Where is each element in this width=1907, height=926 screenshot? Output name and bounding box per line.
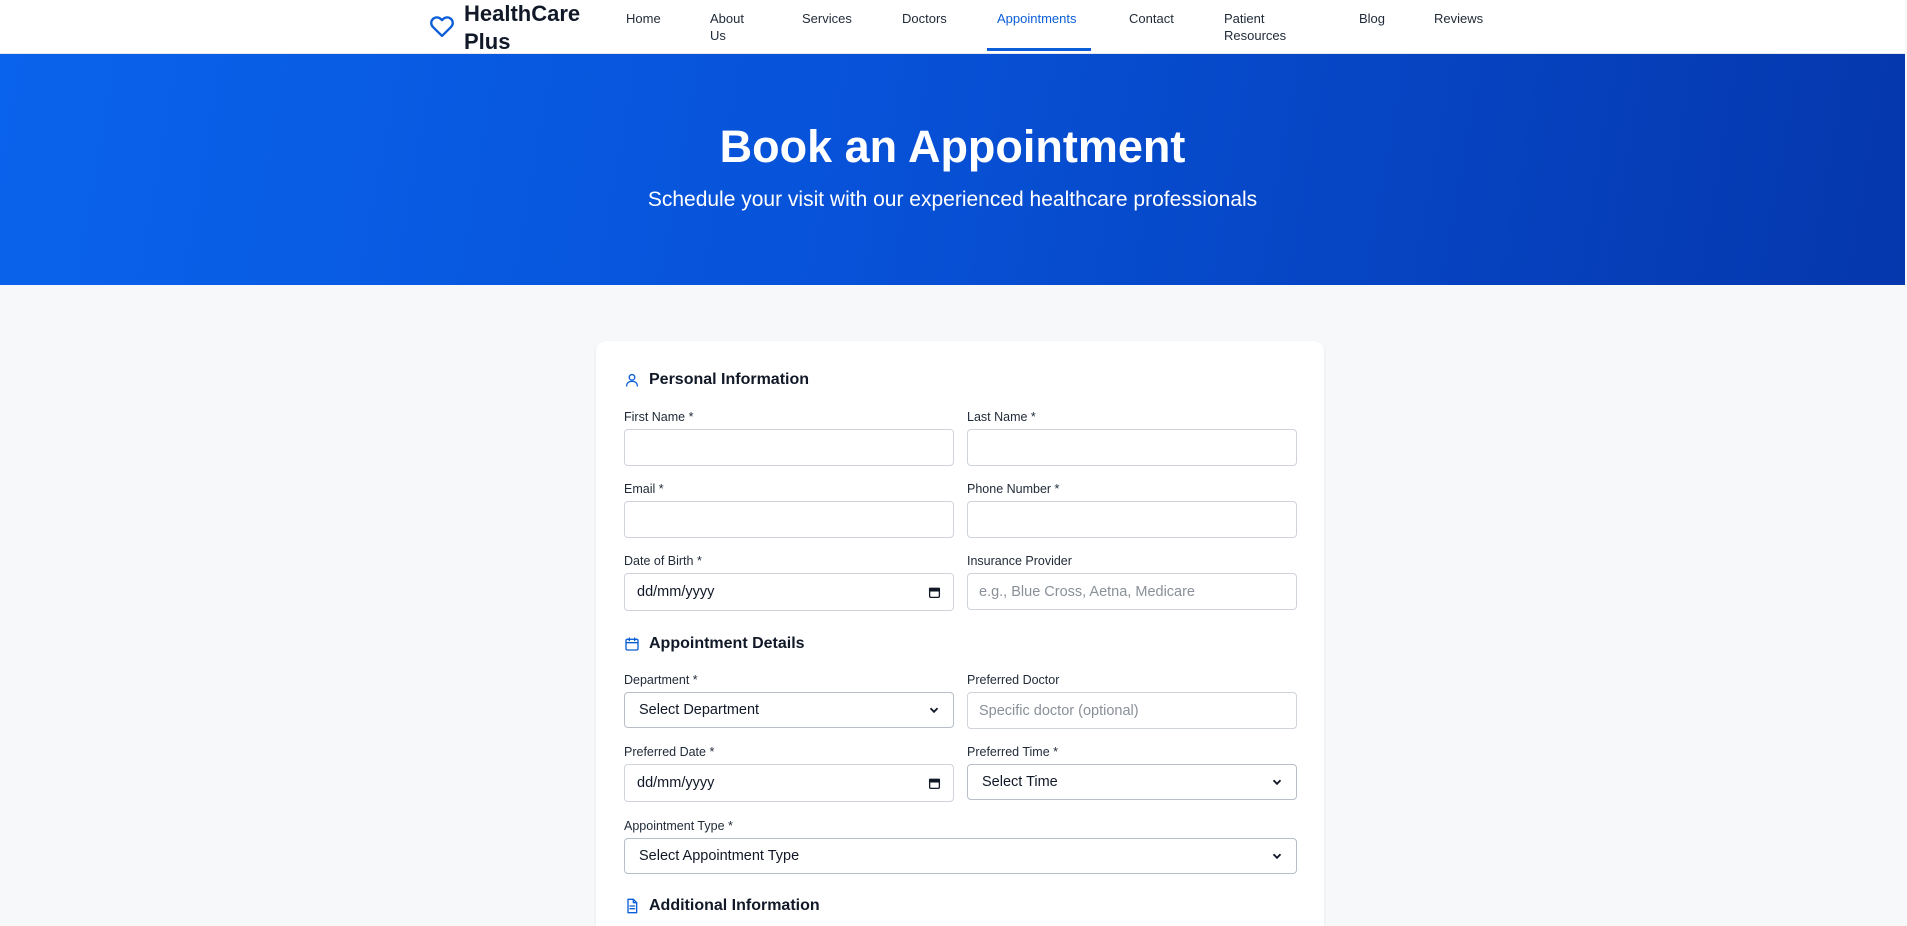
department-selected-value: Select Department <box>639 702 760 718</box>
nav-item-patient-resources[interactable]: Patient Resources <box>1224 10 1294 44</box>
nav-item-home[interactable]: Home <box>626 10 661 27</box>
top-navbar: HealthCare Plus Home About Us Services D… <box>0 0 1905 54</box>
calendar-picker-icon[interactable] <box>928 586 941 599</box>
hero-title: Book an Appointment <box>719 121 1186 172</box>
preferred-date-label: Preferred Date * <box>624 745 715 759</box>
preferred-time-label: Preferred Time * <box>967 745 1059 759</box>
brand-logo[interactable]: HealthCare Plus <box>428 0 584 56</box>
insurance-label: Insurance Provider <box>967 554 1072 568</box>
first-name-input[interactable] <box>624 429 954 466</box>
preferred-date-value: dd/mm/yyyy <box>637 775 715 791</box>
preferred-time-select[interactable]: Select Time <box>967 764 1297 800</box>
department-label: Department * <box>624 673 698 687</box>
preferred-doctor-input[interactable]: Specific doctor (optional) <box>967 692 1297 729</box>
nav-item-doctors[interactable]: Doctors <box>902 10 947 27</box>
section-personal-information: Personal Information <box>624 371 809 389</box>
section-appointment-details: Appointment Details <box>624 635 805 653</box>
dob-value: dd/mm/yyyy <box>637 584 715 600</box>
insurance-input[interactable]: e.g., Blue Cross, Aetna, Medicare <box>967 573 1297 610</box>
chevron-down-icon <box>1272 779 1282 786</box>
nav-item-reviews[interactable]: Reviews <box>1434 10 1483 27</box>
hero-subtitle: Schedule your visit with our experienced… <box>647 188 1258 211</box>
appointment-form-card: Personal Information First Name * Last N… <box>596 341 1324 926</box>
preferred-date-input[interactable]: dd/mm/yyyy <box>624 764 954 802</box>
chevron-down-icon <box>1272 853 1282 860</box>
department-select[interactable]: Select Department <box>624 692 954 728</box>
nav-item-about-us[interactable]: About Us <box>710 10 755 44</box>
phone-input[interactable] <box>967 501 1297 538</box>
appointment-type-select[interactable]: Select Appointment Type <box>624 838 1297 874</box>
email-label: Email * <box>624 482 664 496</box>
email-input[interactable] <box>624 501 954 538</box>
heart-icon <box>430 16 454 38</box>
document-icon <box>627 898 638 914</box>
preferred-time-selected-value: Select Time <box>982 774 1058 790</box>
last-name-label: Last Name * <box>967 410 1036 424</box>
preferred-doctor-label: Preferred Doctor <box>967 673 1060 687</box>
nav-item-blog[interactable]: Blog <box>1359 10 1385 27</box>
calendar-picker-icon[interactable] <box>928 777 941 790</box>
section-title-text: Personal Information <box>649 371 810 388</box>
appointment-type-selected-value: Select Appointment Type <box>639 848 800 864</box>
nav-item-services[interactable]: Services <box>802 10 852 27</box>
hero-banner: Book an Appointment Schedule your visit … <box>0 54 1905 285</box>
user-icon <box>626 373 638 387</box>
phone-label: Phone Number * <box>967 482 1060 496</box>
last-name-input[interactable] <box>967 429 1297 466</box>
nav-item-contact[interactable]: Contact <box>1129 10 1174 27</box>
first-name-label: First Name * <box>624 410 694 424</box>
appointment-type-label: Appointment Type * <box>624 819 733 833</box>
preferred-doctor-placeholder: Specific doctor (optional) <box>979 702 1139 719</box>
section-title-text: Appointment Details <box>649 635 805 652</box>
brand-name: HealthCare Plus <box>464 1 581 54</box>
dob-label: Date of Birth * <box>624 554 702 568</box>
calendar-icon <box>625 637 639 651</box>
section-additional-information: Additional Information <box>624 897 820 915</box>
dob-input[interactable]: dd/mm/yyyy <box>624 573 954 611</box>
chevron-down-icon <box>929 707 939 714</box>
active-tab-indicator <box>987 48 1091 51</box>
nav-item-appointments[interactable]: Appointments <box>997 10 1077 27</box>
insurance-placeholder: e.g., Blue Cross, Aetna, Medicare <box>979 583 1195 600</box>
section-title-text: Additional Information <box>649 897 820 914</box>
